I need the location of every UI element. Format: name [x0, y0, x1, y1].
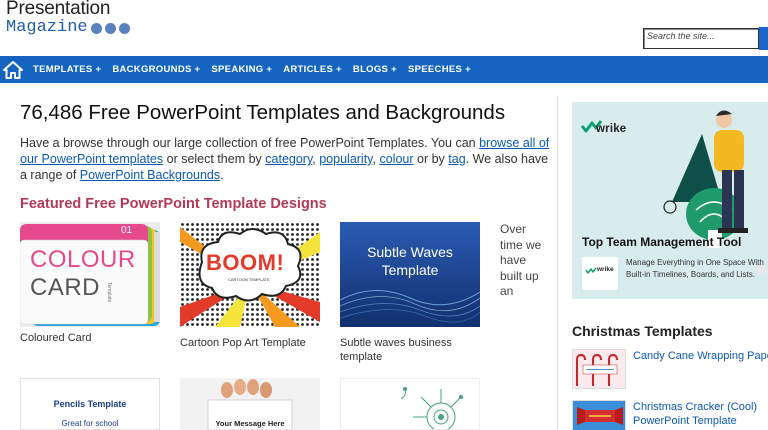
dandelion-art: [400, 387, 463, 429]
main-nav: TEMPLATES + BACKGROUNDS + SPEAKING + ART…: [0, 56, 768, 83]
page-title: 76,486 Free PowerPoint Templates and Bac…: [20, 101, 506, 124]
christmas-cracker-link[interactable]: Christmas Cracker (Cool) PowerPoint Temp…: [633, 400, 768, 428]
nav-backgrounds[interactable]: BACKGROUNDS +: [109, 64, 208, 75]
intro-segment: .: [220, 168, 224, 182]
ad-title: Top Team Management Tool: [582, 235, 742, 249]
featured-heading: Featured Free PowerPoint Template Design…: [20, 196, 327, 212]
side-text: Over time we have built up an: [500, 222, 542, 298]
card-side-label: Template: [106, 282, 112, 303]
candy-cane-link[interactable]: Candy Cane Wrapping Paper: [633, 349, 768, 363]
template-caption[interactable]: Subtle waves business template: [340, 336, 480, 364]
nav-blogs[interactable]: BLOGS +: [350, 64, 405, 75]
your-message-text: Your Message Here: [215, 419, 285, 428]
nav-speaking[interactable]: SPEAKING +: [208, 64, 280, 75]
backgrounds-link[interactable]: PowerPoint Backgrounds: [80, 168, 220, 182]
tag-link[interactable]: tag: [448, 152, 465, 166]
nav-speeches[interactable]: SPEECHES +: [405, 64, 479, 75]
template-thumb-subtle-waves[interactable]: Subtle Waves Template: [340, 222, 480, 327]
popularity-link[interactable]: popularity: [319, 152, 372, 166]
template-thumb-cartoon-pop-art[interactable]: BOOM! CARTOON TEMPLATE: [180, 222, 320, 327]
ad-logo-text: wrike: [597, 266, 614, 273]
template-thumb-pencils[interactable]: Pencils Template Great for school: [20, 378, 160, 430]
ad-logo: wrike: [582, 257, 618, 290]
intro-segment: or by: [413, 152, 449, 166]
colour-link[interactable]: colour: [379, 152, 413, 166]
ad-body: Manage Everything in One Space With Buil…: [626, 258, 764, 279]
ad-brand: wrike: [596, 123, 627, 135]
pencils-title: Pencils Template: [53, 399, 127, 409]
pencils-subtitle: Great for school: [61, 419, 119, 428]
nav-articles[interactable]: ARTICLES +: [280, 64, 350, 75]
category-link[interactable]: category: [265, 152, 312, 166]
home-icon[interactable]: [0, 56, 26, 83]
nav-templates[interactable]: TEMPLATES +: [30, 64, 109, 75]
intro-text: Have a browse through our large collecti…: [20, 135, 550, 183]
boom-text: BOOM!: [206, 250, 285, 275]
card-word-2: CARD: [30, 274, 101, 301]
intro-segment: Have a browse through our large collecti…: [20, 136, 480, 150]
logo-dot: [90, 22, 102, 34]
logo-line2-text: Magazine: [6, 18, 88, 37]
sidebar-ad[interactable]: wrike Top Team Management Tool wrike Man…: [572, 102, 768, 299]
template-caption[interactable]: Coloured Card: [20, 331, 170, 345]
logo-dot: [104, 22, 116, 34]
candy-cane-thumb[interactable]: [572, 349, 626, 389]
christmas-cracker-art: [573, 401, 625, 430]
template-caption[interactable]: Cartoon Pop Art Template: [180, 336, 330, 350]
christmas-heading: Christmas Templates: [572, 323, 713, 339]
christmas-cracker-thumb[interactable]: [572, 400, 626, 430]
waves-title-line2: Template: [381, 262, 439, 278]
search-input[interactable]: Search the site...: [643, 28, 759, 49]
search-button[interactable]: [759, 27, 768, 50]
candy-cane-art: [573, 350, 625, 388]
template-thumb-dandelion[interactable]: [340, 378, 480, 430]
logo-line1: Presentation: [6, 0, 111, 19]
waves-title-line1: Subtle Waves: [367, 244, 453, 260]
intro-segment: or select them by: [163, 152, 266, 166]
card-number: 01: [121, 225, 133, 236]
column-divider: [557, 96, 558, 430]
logo-dot: [118, 22, 130, 34]
template-thumb-coloured-card[interactable]: 01 COLOUR CARD Template: [20, 222, 160, 327]
ad-logo-check-icon: [585, 267, 597, 274]
template-thumb-your-message[interactable]: Your Message Here: [180, 378, 320, 430]
logo-line2: Magazine: [6, 18, 130, 38]
card-word-1: COLOUR: [30, 246, 136, 273]
site-logo[interactable]: Presentation Magazine: [6, 0, 130, 38]
cartoon-template-label: CARTOON TEMPLATE: [228, 277, 270, 282]
